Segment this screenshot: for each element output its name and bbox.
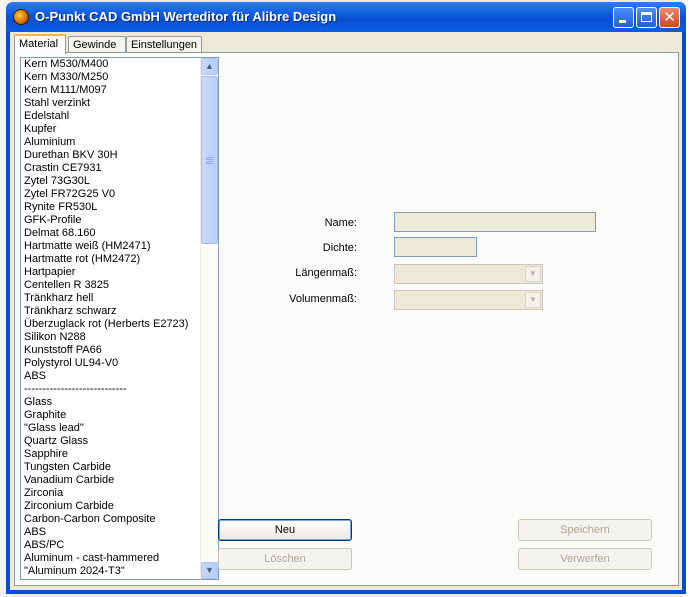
material-list-item[interactable]: Silikon N288	[21, 331, 201, 344]
minimize-button[interactable]	[613, 7, 634, 28]
material-list-item[interactable]: Überzuglack rot (Herberts E2723)	[21, 318, 201, 331]
density-label: Dichte:	[322, 242, 357, 254]
delete-button[interactable]: Löschen	[218, 548, 352, 570]
chevron-up-icon: ▲	[205, 61, 214, 71]
thumb-grip-line	[206, 161, 213, 162]
discard-button[interactable]: Verwerfen	[518, 548, 652, 570]
material-list-item[interactable]: Edelstahl	[21, 110, 201, 123]
minimize-icon	[619, 20, 626, 23]
material-list-item[interactable]: Kern M111/M097	[21, 84, 201, 97]
maximize-icon	[641, 12, 652, 22]
material-tab-panel: Kern M530/M400 Kern M330/M250 Kern M111/M0…	[14, 52, 679, 586]
close-icon: ✕	[663, 8, 676, 26]
scroll-down-button[interactable]: ▼	[201, 562, 218, 579]
material-list-item[interactable]: Glass	[21, 396, 201, 409]
material-list-item[interactable]: Zytel FR72G25 V0	[21, 188, 201, 201]
title-bar[interactable]: O-Punkt CAD GmbH Werteditor für Alibre D…	[6, 2, 686, 32]
material-list-item[interactable]: Aluminum - cast-hammered	[21, 552, 201, 565]
material-list-item[interactable]: Zytel 73G30L	[21, 175, 201, 188]
thumb-grip-line	[206, 157, 213, 158]
material-list-item[interactable]: GFK-Profile	[21, 214, 201, 227]
client-area: Material Gewinde Einstellungen Kern M530…	[10, 32, 682, 590]
material-list[interactable]: Kern M530/M400 Kern M330/M250 Kern M111/M0…	[20, 57, 219, 580]
tab-einstellungen[interactable]: Einstellungen	[126, 36, 202, 53]
material-list-item[interactable]: Kern M530/M400	[21, 58, 201, 71]
material-list-item[interactable]: ----------------------------	[21, 383, 201, 396]
material-list-item[interactable]: Kunststoff PA66	[21, 344, 201, 357]
material-list-item[interactable]: ABS	[21, 370, 201, 383]
chevron-down-icon[interactable]: ▼	[525, 266, 541, 282]
material-list-item[interactable]: Tränkharz schwarz	[21, 305, 201, 318]
thumb-grip-line	[206, 159, 213, 160]
material-list-item[interactable]: Kupfer	[21, 123, 201, 136]
chevron-down-icon[interactable]: ▼	[525, 292, 541, 308]
material-list-item[interactable]: Zirconium Carbide	[21, 500, 201, 513]
material-list-item[interactable]: Quartz Glass	[21, 435, 201, 448]
thumb-grip-line	[206, 163, 213, 164]
material-list-item[interactable]: ABS/PC	[21, 539, 201, 552]
volume-unit-label: Volumenmaß:	[289, 293, 357, 305]
scroll-up-button[interactable]: ▲	[201, 58, 218, 75]
scrollbar-thumb[interactable]	[201, 76, 218, 244]
material-list-item[interactable]: Rynite FR530L	[21, 201, 201, 214]
material-list-item[interactable]: Polystyrol UL94-V0	[21, 357, 201, 370]
material-list-item[interactable]: Kern M330/M250	[21, 71, 201, 84]
density-field[interactable]	[394, 237, 477, 257]
length-unit-select[interactable]: ▼	[394, 264, 543, 284]
save-button[interactable]: Speichern	[518, 519, 652, 541]
material-list-item[interactable]: Crastin CE7931	[21, 162, 201, 175]
chevron-down-icon: ▼	[205, 565, 214, 575]
material-list-item[interactable]: Hartmatte rot (HM2472)	[21, 253, 201, 266]
material-list-item[interactable]: Aluminium	[21, 136, 201, 149]
window-title: O-Punkt CAD GmbH Werteditor für Alibre D…	[35, 9, 337, 24]
material-list-item[interactable]: Sapphire	[21, 448, 201, 461]
volume-unit-select[interactable]: ▼	[394, 290, 543, 310]
material-list-item[interactable]: Stahl verzinkt	[21, 97, 201, 110]
material-list-scrollbar[interactable]: ▲ ▼	[200, 58, 218, 579]
material-list-item[interactable]: Vanadium Carbide	[21, 474, 201, 487]
material-list-item[interactable]: Delmat 68.160	[21, 227, 201, 240]
material-list-item[interactable]: "Aluminum 2024-T3"	[21, 565, 201, 578]
material-list-item[interactable]: Carbon-Carbon Composite	[21, 513, 201, 526]
tab-gewinde[interactable]: Gewinde	[68, 36, 126, 53]
material-list-items: Kern M530/M400 Kern M330/M250 Kern M111/M0…	[21, 58, 201, 578]
name-field[interactable]	[394, 212, 596, 232]
material-list-item[interactable]: Hartpapier	[21, 266, 201, 279]
name-label: Name:	[324, 217, 357, 229]
material-list-item[interactable]: "Glass lead"	[21, 422, 201, 435]
material-list-item[interactable]: Durethan BKV 30H	[21, 149, 201, 162]
material-list-item[interactable]: Hartmatte weiß (HM2471)	[21, 240, 201, 253]
material-list-item[interactable]: Tränkharz hell	[21, 292, 201, 305]
material-list-item[interactable]: Centellen R 3825	[21, 279, 201, 292]
new-button[interactable]: Neu	[218, 519, 352, 541]
material-list-item[interactable]: Tungsten Carbide	[21, 461, 201, 474]
app-icon	[13, 9, 29, 25]
material-list-item[interactable]: ABS	[21, 526, 201, 539]
material-list-item[interactable]: Zirconia	[21, 487, 201, 500]
material-list-item[interactable]: Graphite	[21, 409, 201, 422]
length-unit-label: Längenmaß:	[295, 267, 357, 279]
maximize-button[interactable]	[636, 7, 657, 28]
editor-window: O-Punkt CAD GmbH Werteditor für Alibre D…	[6, 2, 686, 594]
close-button[interactable]: ✕	[659, 7, 680, 28]
tab-material[interactable]: Material	[14, 34, 66, 54]
